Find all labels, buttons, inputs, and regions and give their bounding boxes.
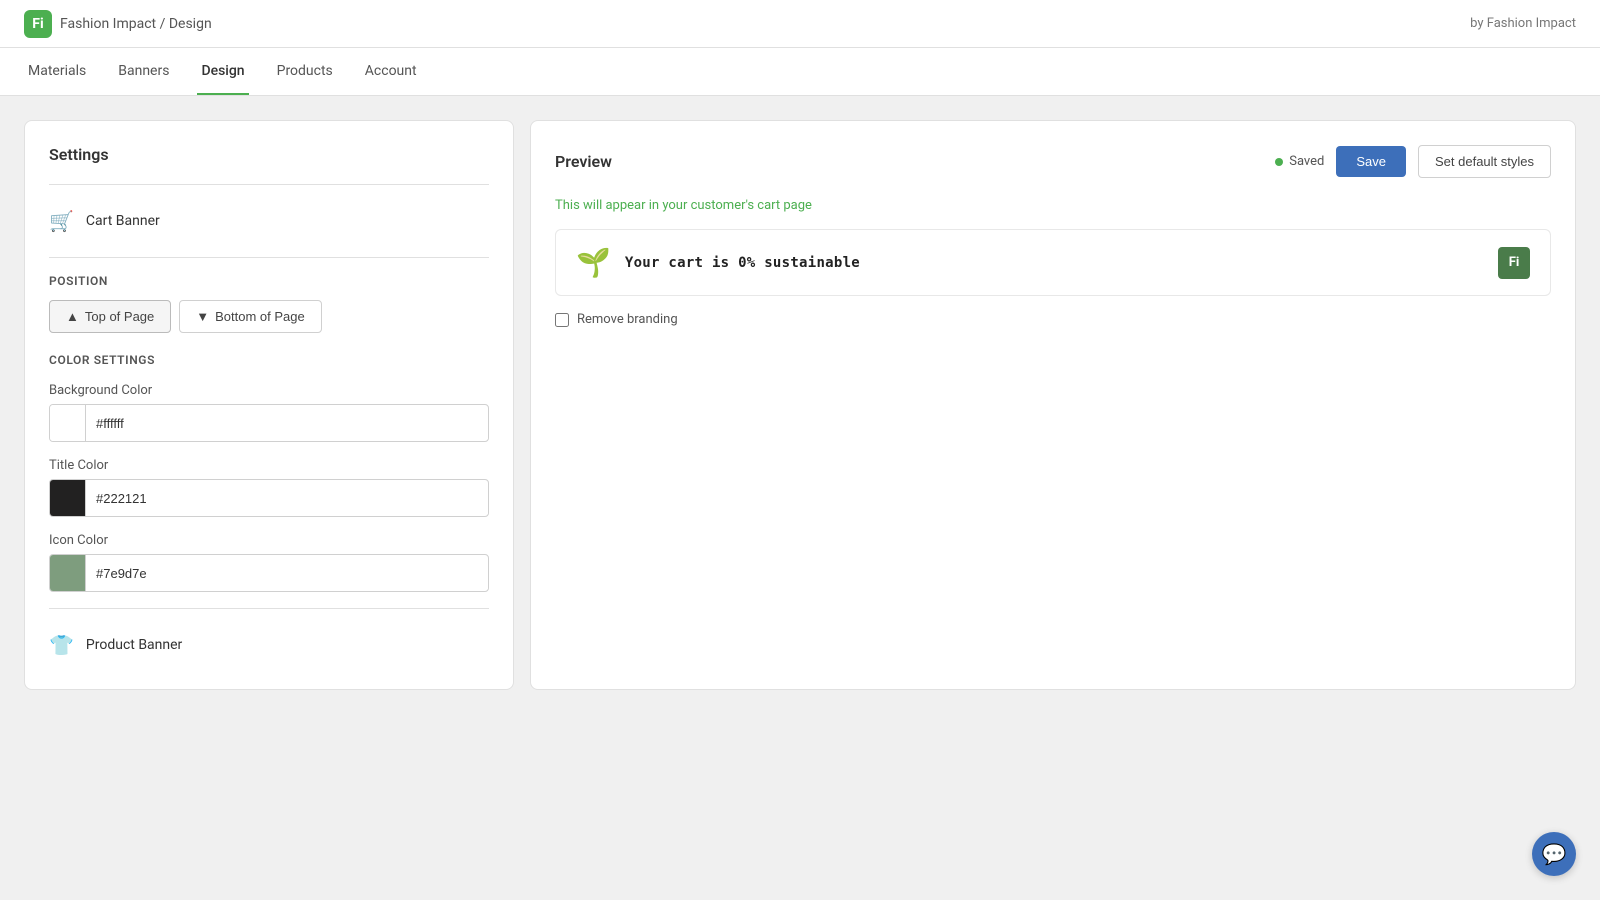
brand-suffix: by Fashion Impact [1470,16,1576,31]
top-of-page-button[interactable]: ▲ Top of Page [49,300,171,333]
title-color-label: Title Color [49,458,489,473]
topbar: Fi Fashion Impact / Design by Fashion Im… [0,0,1600,48]
icon-color-input-row [49,554,489,592]
background-color-input-row [49,404,489,442]
cart-banner-left: 🌱 Your cart is 0% sustainable [576,246,860,279]
icon-color-label: Icon Color [49,533,489,548]
product-banner-section: 👕 Product Banner [49,625,489,665]
cart-banner-preview: 🌱 Your cart is 0% sustainable Fi [555,229,1551,296]
chat-button[interactable]: 💬 [1532,832,1576,876]
color-settings-label: COLOR SETTINGS [49,353,489,367]
icon-color-swatch[interactable] [50,555,86,591]
save-button[interactable]: Save [1336,146,1406,177]
preview-panel: Preview Saved Save Set default styles Th… [530,120,1576,690]
preview-subtitle: This will appear in your customer's cart… [555,198,1551,213]
title-color-swatch[interactable] [50,480,86,516]
preview-actions: Saved Save Set default styles [1275,145,1551,178]
settings-title: Settings [49,145,489,164]
remove-branding-checkbox[interactable] [555,313,569,327]
background-color-swatch[interactable] [50,405,86,441]
product-banner-label: Product Banner [86,637,182,653]
background-color-field: Background Color [49,383,489,442]
position-buttons: ▲ Top of Page ▼ Bottom of Page [49,300,489,333]
preview-header: Preview Saved Save Set default styles [555,145,1551,178]
arrow-down-icon: ▼ [196,309,209,324]
background-color-input[interactable] [86,408,488,439]
preview-title: Preview [555,152,612,171]
nav-banners[interactable]: Banners [114,48,173,95]
icon-color-field: Icon Color [49,533,489,592]
cart-banner-text: Your cart is 0% sustainable [625,255,860,271]
cart-banner-label: Cart Banner [86,213,160,229]
nav-design[interactable]: Design [197,48,248,95]
default-styles-button[interactable]: Set default styles [1418,145,1551,178]
breadcrumb: Fashion Impact / Design [60,16,212,32]
nav: Materials Banners Design Products Accoun… [0,48,1600,96]
plant-icon: 🌱 [576,246,611,279]
nav-products[interactable]: Products [273,48,337,95]
divider-1 [49,184,489,185]
fi-logo: Fi [1498,247,1530,279]
bottom-of-page-button[interactable]: ▼ Bottom of Page [179,300,322,333]
remove-branding-label: Remove branding [577,312,678,327]
cart-icon: 🛒 [49,209,74,233]
app-logo: Fi [24,10,52,38]
cart-banner-section: 🛒 Cart Banner [49,201,489,241]
saved-dot [1275,158,1283,166]
settings-panel: Settings 🛒 Cart Banner POSITION ▲ Top of… [24,120,514,690]
remove-branding-row: Remove branding [555,312,1551,327]
title-color-input-row [49,479,489,517]
nav-materials[interactable]: Materials [24,48,90,95]
divider-2 [49,257,489,258]
product-icon: 👕 [49,633,74,657]
title-color-field: Title Color [49,458,489,517]
chat-icon: 💬 [1542,842,1567,866]
topbar-left: Fi Fashion Impact / Design [24,10,212,38]
saved-label: Saved [1289,154,1324,169]
title-color-input[interactable] [86,483,488,514]
saved-indicator: Saved [1275,154,1324,169]
divider-3 [49,608,489,609]
arrow-up-icon: ▲ [66,309,79,324]
nav-account[interactable]: Account [361,48,421,95]
main-content: Settings 🛒 Cart Banner POSITION ▲ Top of… [0,96,1600,714]
icon-color-input[interactable] [86,558,488,589]
position-label: POSITION [49,274,489,288]
background-color-label: Background Color [49,383,489,398]
